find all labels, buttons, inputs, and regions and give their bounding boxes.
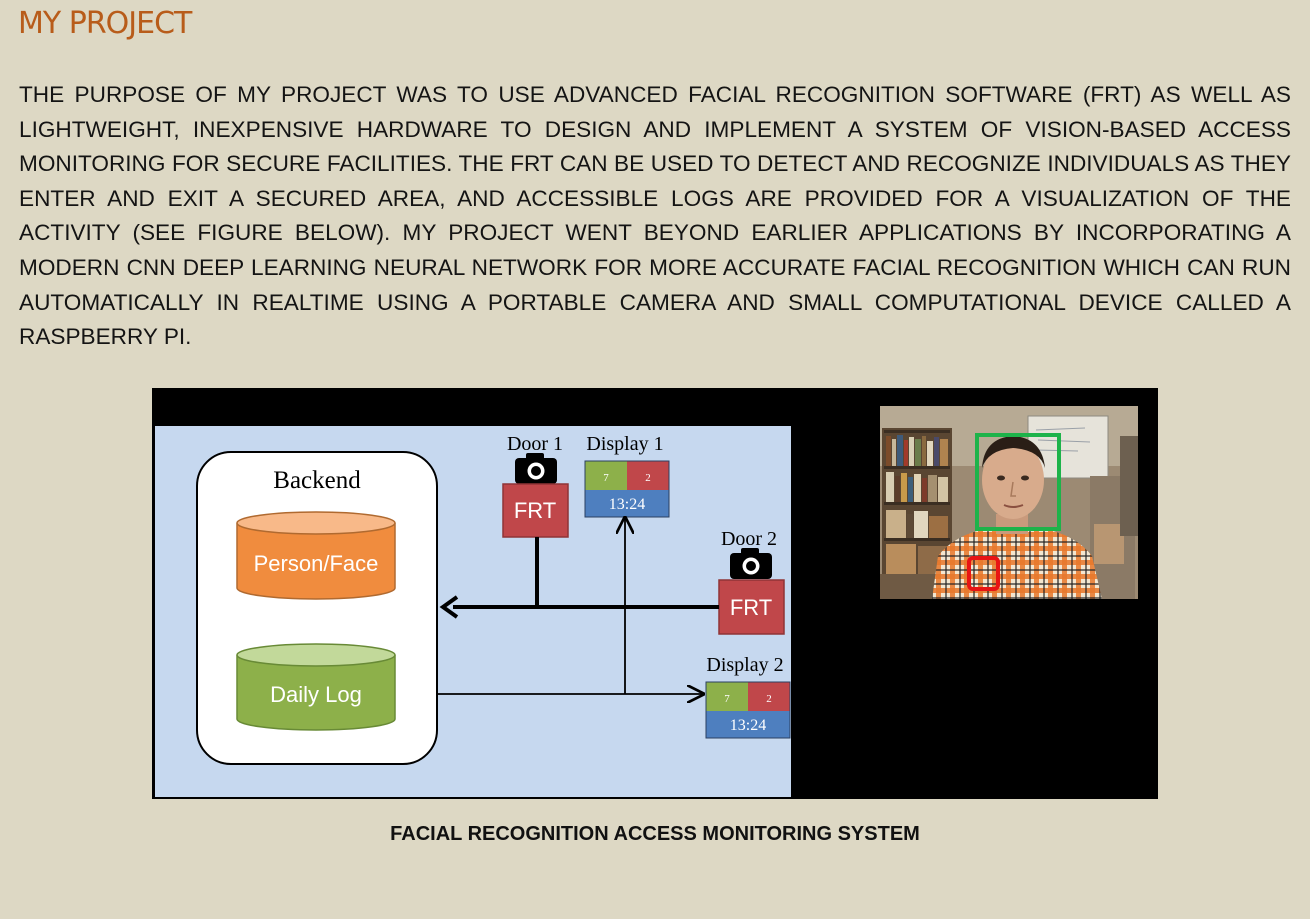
svg-text:13:24: 13:24 bbox=[730, 717, 766, 734]
frt2-label: FRT bbox=[730, 595, 772, 620]
door2-label: Door 2 bbox=[721, 528, 777, 550]
display2-label: Display 2 bbox=[706, 654, 783, 676]
face-detection-photo bbox=[880, 406, 1138, 599]
display2-panel: 7 2 13:24 bbox=[705, 681, 791, 739]
door1-label: Door 1 bbox=[507, 433, 563, 455]
person-face-database: Person/Face bbox=[236, 511, 396, 600]
architecture-diagram: Backend Person/Face Daily Log Door 1 FRT… bbox=[155, 426, 791, 797]
display1-panel: 7 2 13:24 bbox=[584, 460, 670, 518]
db-person-label: Person/Face bbox=[254, 551, 379, 576]
frt1-label: FRT bbox=[514, 498, 556, 523]
purpose-paragraph: THE PURPOSE OF MY PROJECT WAS TO USE ADV… bbox=[19, 82, 1291, 350]
backend-label: Backend bbox=[273, 467, 361, 494]
frt-to-backend-lines bbox=[439, 537, 719, 619]
camera-icon bbox=[515, 453, 557, 484]
camera-capture-image bbox=[880, 406, 1138, 599]
page-title: MY PROJECT bbox=[18, 6, 192, 41]
svg-text:7: 7 bbox=[724, 693, 730, 705]
svg-text:2: 2 bbox=[645, 472, 651, 484]
figure-caption: FACIAL RECOGNITION ACCESS MONITORING SYS… bbox=[390, 823, 920, 845]
diagram-canvas: Backend Person/Face Daily Log Door 1 FRT… bbox=[196, 433, 791, 765]
display1-label: Display 1 bbox=[586, 433, 663, 455]
daily-log-database: Daily Log bbox=[236, 643, 396, 731]
frt-box-door2: FRT bbox=[718, 579, 785, 635]
frt-box-door1: FRT bbox=[502, 483, 569, 538]
svg-text:2: 2 bbox=[766, 693, 772, 705]
db-log-label: Daily Log bbox=[270, 682, 362, 707]
system-figure: Backend Person/Face Daily Log Door 1 FRT… bbox=[152, 388, 1158, 799]
svg-text:7: 7 bbox=[603, 472, 609, 484]
camera-icon bbox=[730, 548, 772, 579]
svg-text:13:24: 13:24 bbox=[609, 496, 645, 513]
